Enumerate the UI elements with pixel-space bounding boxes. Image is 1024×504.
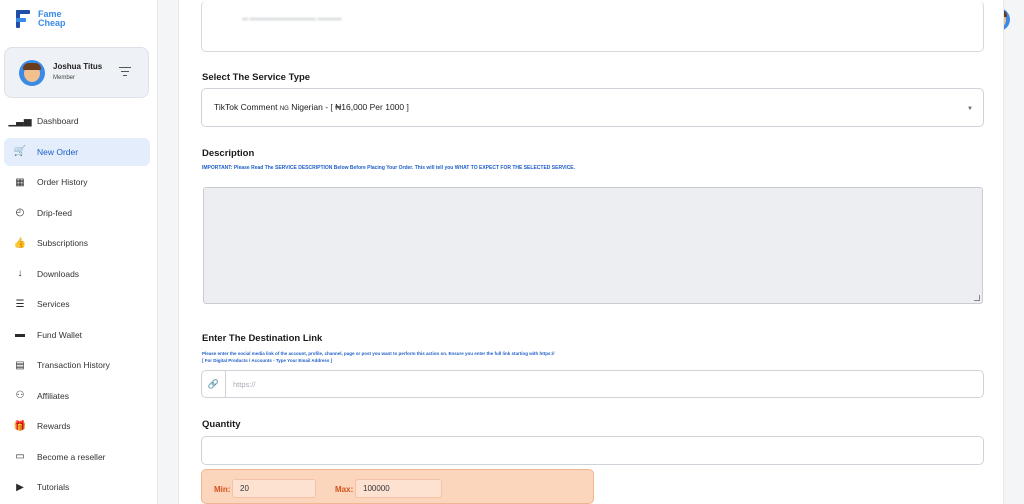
users-icon: ⚇ (15, 390, 25, 401)
category-select[interactable]: ▬ ▬▬▬▬▬▬▬▬▬▬▬ ▬▬▬▬ (201, 1, 984, 52)
sidebar-item-label: Transaction History (37, 360, 110, 370)
wallet-icon: ▬ (15, 329, 25, 340)
sidebar-item-services[interactable]: ☰ Services (4, 290, 150, 318)
sidebar-item-label: Dashboard (37, 116, 79, 126)
calendar-icon: ▦ (15, 176, 25, 188)
sidebar-nav: ▁▃▅ Dashboard 🛒 New Order ▦ Order History ◴ Dri… (4, 107, 150, 504)
destination-link-input[interactable]: 🔗 https:// (201, 370, 984, 398)
resize-handle-icon[interactable] (974, 295, 980, 301)
sidebar-item-fund-wallet[interactable]: ▬ Fund Wallet (4, 321, 150, 349)
sidebar-item-label: Services (37, 299, 70, 309)
quantity-input[interactable] (201, 436, 984, 465)
service-type-select[interactable]: TikTok Comment NG Nigerian - [ ₦16,000 P… (201, 88, 984, 127)
play-icon: ▶ (16, 481, 24, 493)
sidebar-item-dashboard[interactable]: ▁▃▅ Dashboard (4, 107, 150, 135)
profile-name: Joshua Titus (53, 62, 103, 71)
min-max-panel: Min: 20 Max: 100000 (201, 469, 594, 504)
arrow-down-icon: ↓ (17, 268, 23, 279)
min-label: Min: (214, 485, 231, 494)
service-type-value: TikTok Comment NG Nigerian - [ ₦16,000 P… (214, 102, 409, 112)
sidebar-item-tutorials[interactable]: ▶ Tutorials (4, 473, 150, 501)
max-value: 100000 (355, 479, 442, 498)
cart-icon: 🛒 (13, 146, 27, 157)
sidebar-item-label: Fund Wallet (37, 329, 83, 340)
max-label: Max: (335, 485, 354, 494)
gift-icon: 🎁 (13, 420, 27, 432)
sidebar-item-become-a-reseller[interactable]: ▭ Become a reseller (4, 443, 150, 471)
logo-icon (14, 8, 34, 30)
sidebar-item-transaction-history[interactable]: ▤ Transaction History (4, 351, 150, 379)
destination-link-label: Enter The Destination Link (202, 333, 323, 344)
sidebar-item-label: Drip-feed (37, 207, 72, 218)
destination-link-placeholder: https:// (233, 380, 256, 389)
sidebar-item-downloads[interactable]: ↓ Downloads (4, 260, 150, 288)
sidebar: Fame Cheap Joshua Titus Member ▁▃▅ Dashbo… (0, 0, 158, 504)
description-label: Description (202, 148, 255, 159)
thumbs-up-icon: 👍 (13, 237, 27, 249)
sidebar-item-rewards[interactable]: 🎁 Rewards (4, 412, 150, 440)
chart-icon: ▁▃▅ (8, 115, 32, 127)
quantity-label: Quantity (202, 419, 241, 430)
brand-logo[interactable]: Fame Cheap (14, 8, 66, 30)
sidebar-item-label: New Order (37, 146, 79, 157)
avatar (19, 60, 45, 86)
new-order-form: ▬ ▬▬▬▬▬▬▬▬▬▬▬ ▬▬▬▬ Select The Service Ty… (178, 0, 1004, 504)
sidebar-item-order-history[interactable]: ▦ Order History (4, 168, 150, 196)
card-icon: ▭ (15, 451, 25, 462)
chevron-down-icon: ▼ (967, 106, 973, 112)
sidebar-item-label: Tutorials (37, 482, 70, 492)
clock-icon: ◴ (15, 207, 25, 218)
sidebar-item-label: Rewards (37, 421, 71, 431)
description-textarea[interactable] (203, 187, 983, 304)
link-icon: 🔗 (202, 371, 226, 397)
sidebar-item-affiliates[interactable]: ⚇ Affiliates (4, 382, 150, 410)
service-type-label: Select The Service Type (202, 72, 311, 83)
sidebar-item-label: Downloads (37, 268, 80, 279)
profile-card[interactable]: Joshua Titus Member (4, 47, 149, 98)
sidebar-item-new-order[interactable]: 🛒 New Order (4, 137, 150, 166)
sidebar-item-subscriptions[interactable]: 👍 Subscriptions (4, 229, 150, 257)
profile-role: Member (53, 75, 76, 81)
min-value: 20 (232, 479, 316, 498)
category-select-value: ▬ ▬▬▬▬▬▬▬▬▬▬▬ ▬▬▬▬ (242, 16, 342, 22)
brand-name-line2: Cheap (38, 18, 66, 28)
description-notice: IMPORTANT: Please Read The SERVICE DESCR… (202, 165, 576, 171)
destination-link-hint: Please enter the social media link of th… (202, 351, 555, 356)
list-icon: ☰ (15, 298, 25, 310)
filter-icon[interactable] (119, 67, 131, 77)
receipt-icon: ▤ (15, 359, 25, 371)
sidebar-item-label: Subscriptions (37, 238, 89, 248)
sidebar-item-drip-feed[interactable]: ◴ Drip-feed (4, 199, 150, 227)
sidebar-item-label: Order History (37, 177, 88, 187)
sidebar-item-label: Affiliates (37, 390, 69, 401)
sidebar-item-label: Become a reseller (37, 451, 106, 462)
destination-link-hint-digital: [ For Digital Products / Accounts - Type… (202, 358, 333, 363)
